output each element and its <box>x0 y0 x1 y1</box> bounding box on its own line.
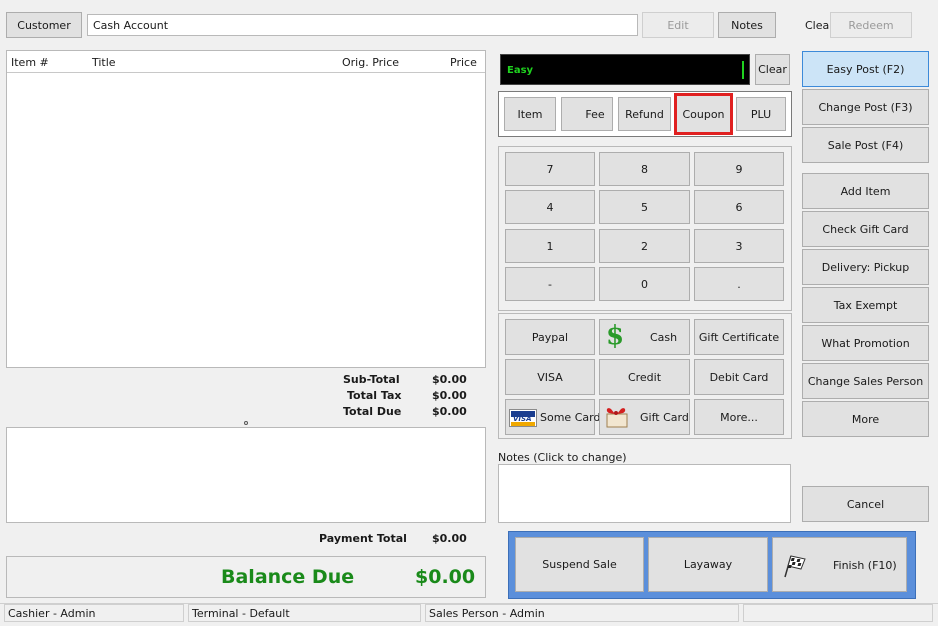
payment-total-value: $0.00 <box>432 532 467 545</box>
type-coupon-button[interactable]: Coupon <box>674 93 733 135</box>
type-plu-button[interactable]: PLU <box>736 97 786 131</box>
type-fee-button[interactable]: Fee <box>561 97 613 131</box>
what-promotion-button[interactable]: What Promotion <box>802 325 929 361</box>
entry-display[interactable]: Easy <box>500 54 750 85</box>
notes-button[interactable]: Notes <box>718 12 776 38</box>
notes-label[interactable]: Notes (Click to change) <box>498 451 627 464</box>
payment-grid[interactable] <box>6 427 486 523</box>
key-dot[interactable]: . <box>694 267 784 301</box>
balance-due-label: Balance Due <box>221 566 355 588</box>
tender-debit-card-button[interactable]: Debit Card <box>694 359 784 395</box>
customer-button[interactable]: Customer <box>6 12 82 38</box>
edit-button[interactable]: Edit <box>642 12 714 38</box>
easy-post-button[interactable]: Easy Post (F2) <box>802 51 929 87</box>
suspend-sale-button[interactable]: Suspend Sale <box>515 537 644 592</box>
notes-box[interactable] <box>498 464 791 523</box>
key-6[interactable]: 6 <box>694 190 784 224</box>
tender-some-card-button[interactable]: VISA Some Card <box>505 399 600 435</box>
key-minus[interactable]: - <box>505 267 595 301</box>
status-terminal-cell: Terminal - Default <box>188 604 421 622</box>
balance-due-value: $0.00 <box>415 566 476 588</box>
check-gift-card-button[interactable]: Check Gift Card <box>802 211 929 247</box>
key-9[interactable]: 9 <box>694 152 784 186</box>
finish-label: Finish (F10) <box>833 559 897 572</box>
redeem-button[interactable]: Redeem <box>830 12 912 38</box>
resize-dot-icon <box>244 421 248 425</box>
sale-post-button[interactable]: Sale Post (F4) <box>802 127 929 163</box>
column-price[interactable]: Price <box>450 56 477 69</box>
cancel-button[interactable]: Cancel <box>802 486 929 522</box>
gift-card-icon <box>603 405 629 429</box>
subtotal-value: $0.00 <box>432 373 467 386</box>
entry-cursor <box>742 61 744 79</box>
payment-total-label: Payment Total <box>319 532 407 545</box>
balance-panel: Balance Due $0.00 <box>6 556 486 598</box>
column-item-number[interactable]: Item # <box>11 56 49 69</box>
column-title[interactable]: Title <box>92 56 116 69</box>
tender-more-button[interactable]: More... <box>694 399 784 435</box>
tax-label: Total Tax <box>347 389 402 402</box>
dollar-icon: $ <box>606 321 625 351</box>
status-sales-person: Sales Person - Admin <box>429 607 545 620</box>
status-terminal: Terminal - Default <box>192 607 290 620</box>
tender-cash-label: Cash <box>650 331 678 344</box>
visa-card-icon: VISA <box>509 409 537 427</box>
subtotal-label: Sub-Total <box>343 373 400 386</box>
tender-some-card-label: Some Card <box>540 411 601 424</box>
type-refund-button[interactable]: Refund <box>618 97 671 131</box>
tender-visa-button[interactable]: VISA <box>505 359 595 395</box>
key-3[interactable]: 3 <box>694 229 784 263</box>
tender-gift-card-button[interactable]: Gift Card <box>599 399 690 435</box>
more-actions-button[interactable]: More <box>802 401 929 437</box>
customer-field[interactable]: Cash Account <box>87 14 638 36</box>
tender-credit-button[interactable]: Credit <box>599 359 690 395</box>
entry-clear-button[interactable]: Clear <box>755 54 790 85</box>
key-0[interactable]: 0 <box>599 267 690 301</box>
tender-gift-certificate-button[interactable]: Gift Certificate <box>694 319 784 355</box>
finish-button[interactable]: Finish (F10) <box>772 537 907 592</box>
tender-paypal-button[interactable]: Paypal <box>505 319 595 355</box>
checkered-flag-icon <box>781 553 807 579</box>
change-sales-person-button[interactable]: Change Sales Person <box>802 363 929 399</box>
key-5[interactable]: 5 <box>599 190 690 224</box>
key-8[interactable]: 8 <box>599 152 690 186</box>
status-sales-person-cell: Sales Person - Admin <box>425 604 739 622</box>
key-7[interactable]: 7 <box>505 152 595 186</box>
layaway-button[interactable]: Layaway <box>648 537 768 592</box>
total-due-label: Total Due <box>343 405 402 418</box>
tender-cash-button[interactable]: $ Cash <box>599 319 690 355</box>
column-orig-price[interactable]: Orig. Price <box>342 56 399 69</box>
entry-mode: Easy <box>507 65 534 76</box>
item-grid[interactable]: Item # Title Orig. Price Price <box>6 50 486 368</box>
type-fee-label: Fee <box>585 107 605 121</box>
total-due-value: $0.00 <box>432 405 467 418</box>
key-2[interactable]: 2 <box>599 229 690 263</box>
item-grid-header: Item # Title Orig. Price Price <box>7 51 485 73</box>
status-cashier: Cashier - Admin <box>8 607 96 620</box>
status-empty-cell <box>743 604 933 622</box>
customer-value: Cash Account <box>93 19 169 32</box>
tax-exempt-button[interactable]: Tax Exempt <box>802 287 929 323</box>
delivery-pickup-button[interactable]: Delivery: Pickup <box>802 249 929 285</box>
status-cashier-cell: Cashier - Admin <box>4 604 184 622</box>
add-item-button[interactable]: Add Item <box>802 173 929 209</box>
tender-gift-card-label: Gift Card <box>640 411 689 424</box>
tax-value: $0.00 <box>432 389 467 402</box>
change-post-button[interactable]: Change Post (F3) <box>802 89 929 125</box>
key-1[interactable]: 1 <box>505 229 595 263</box>
key-4[interactable]: 4 <box>505 190 595 224</box>
type-item-button[interactable]: Item <box>504 97 556 131</box>
